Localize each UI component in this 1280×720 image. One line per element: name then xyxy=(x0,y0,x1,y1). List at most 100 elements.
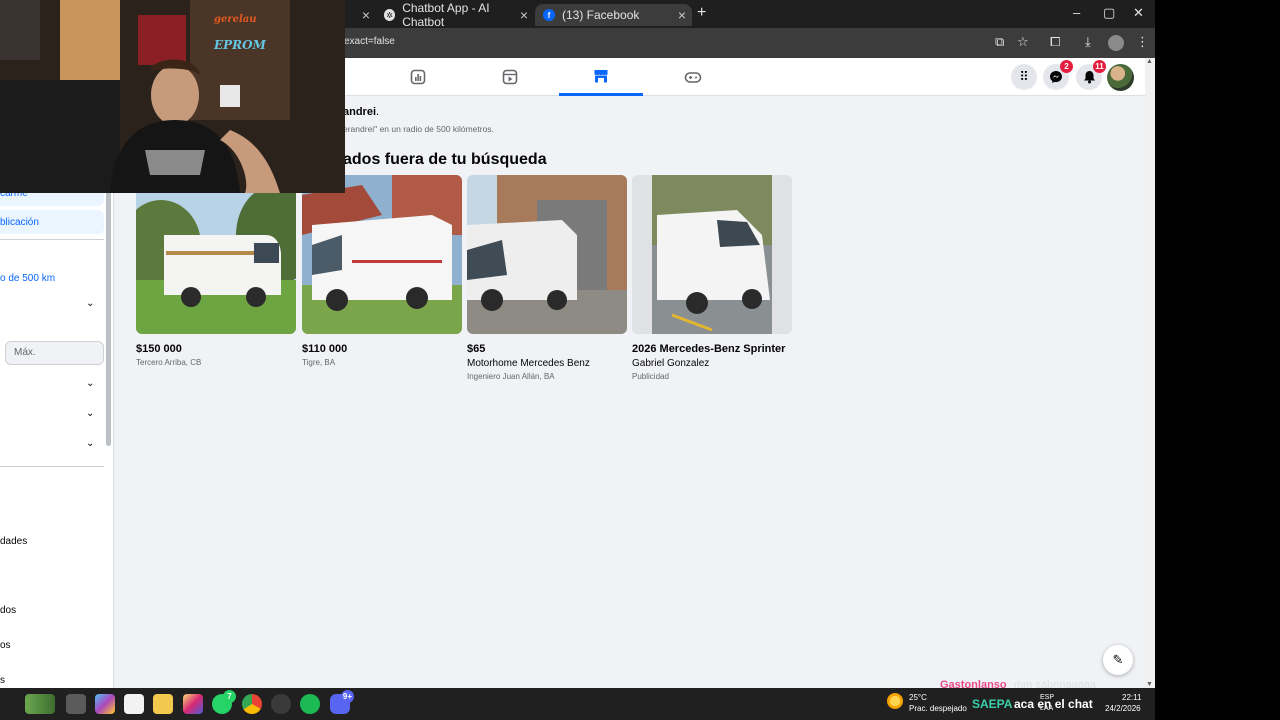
overlay-name: gerelau xyxy=(214,14,257,25)
tab-chatbot[interactable]: ✲ Chatbot App - AI Chatbot × xyxy=(376,1,534,29)
weather-desc: Prac. despejado xyxy=(909,704,967,713)
avatar[interactable] xyxy=(1107,64,1134,91)
search-note-name: andrei xyxy=(343,106,377,118)
chat-brand: SAEPA xyxy=(972,697,1013,711)
radius-note: erandrei" en un radio de 500 kilómetros. xyxy=(343,124,494,134)
chevron-down-icon[interactable]: ⌄ xyxy=(86,378,94,389)
sidebar-category-item[interactable]: s xyxy=(0,675,5,686)
compose-icon: ✎ xyxy=(1112,652,1124,667)
clock-time[interactable]: 22:11 xyxy=(1122,693,1141,702)
section-heading: ados fuera de tu búsqueda xyxy=(343,151,547,168)
listing-location: Tercero Arriba, CB xyxy=(136,358,202,367)
page-scrollbar[interactable]: ▲ ▼ xyxy=(1145,58,1155,688)
scroll-down-icon[interactable]: ▼ xyxy=(1146,681,1153,688)
listing-seller: Gabriel Gonzalez xyxy=(632,358,710,369)
listing-card[interactable]: $110 000 Tigre, BA xyxy=(302,175,462,367)
language-bottom[interactable]: LAA xyxy=(1040,705,1053,712)
sidebar-item-label: blicación xyxy=(0,217,39,228)
discord-icon[interactable]: 9+ xyxy=(330,690,354,714)
chatgpt-taskbar-icon[interactable] xyxy=(271,694,291,714)
install-app-icon[interactable]: ⧉ xyxy=(995,34,1004,50)
file-explorer-icon[interactable] xyxy=(153,694,173,714)
more-menu-icon[interactable]: ⋮ xyxy=(1136,34,1149,50)
listing-image[interactable] xyxy=(632,175,792,334)
divider xyxy=(0,239,104,240)
nav-marketplace-tab[interactable] xyxy=(559,58,643,96)
maximize-button[interactable]: ▢ xyxy=(1103,5,1115,21)
store-icon[interactable] xyxy=(124,694,144,714)
overlay-tag: EPROM xyxy=(214,38,266,52)
listing-image[interactable] xyxy=(136,175,296,334)
chat-message-faded: mm sabrinaaaaa xyxy=(1014,679,1096,691)
whatsapp-icon[interactable]: 7 xyxy=(212,690,236,714)
task-view-icon[interactable] xyxy=(66,694,86,714)
close-icon[interactable]: × xyxy=(362,7,370,23)
notifications-badge: 11 xyxy=(1093,60,1106,73)
widgets-icon[interactable] xyxy=(25,694,55,714)
new-tab-button[interactable]: + xyxy=(697,4,706,22)
scroll-up-icon[interactable]: ▲ xyxy=(1146,58,1153,65)
gaming-icon xyxy=(684,72,702,83)
chevron-down-icon[interactable]: ⌄ xyxy=(86,408,94,419)
divider xyxy=(0,466,104,467)
close-icon[interactable]: × xyxy=(520,7,528,23)
whatsapp-badge: 7 xyxy=(223,690,236,703)
instagram-icon[interactable] xyxy=(183,694,203,714)
profile-icon[interactable] xyxy=(1108,35,1124,51)
black-margin xyxy=(1155,0,1280,720)
search-note-punct: . xyxy=(376,106,380,118)
chevron-down-icon[interactable]: ⌄ xyxy=(86,438,94,449)
bell-icon xyxy=(1083,71,1095,84)
sponsored-listing-card[interactable]: 2026 Mercedes-Benz Sprinter Gabriel Gonz… xyxy=(632,175,792,381)
listing-price: $150 000 xyxy=(136,343,182,355)
copilot-icon[interactable] xyxy=(95,694,115,714)
bookmark-star-icon[interactable]: ☆ xyxy=(1017,34,1029,50)
listing-card[interactable]: $65 Motorhome Mercedes Benz Ingeniero Ju… xyxy=(467,175,627,381)
tab-facebook[interactable]: f (13) Facebook × xyxy=(535,4,692,26)
listing-location: Ingeniero Juan Allán, BA xyxy=(467,372,555,381)
sidebar-category-item[interactable]: dos xyxy=(0,605,16,616)
nav-gaming-tab[interactable] xyxy=(651,58,735,96)
new-message-button[interactable]: ✎ xyxy=(1103,645,1133,675)
language-top[interactable]: ESP xyxy=(1040,694,1054,701)
listing-price: $110 000 xyxy=(302,343,348,355)
listing-title-bold: 2026 Mercedes-Benz Sprinter xyxy=(632,343,786,355)
listing-location: Tigre, BA xyxy=(302,358,336,367)
grid-icon: ⠿ xyxy=(1019,69,1029,84)
tab-chatbot-label: Chatbot App - AI Chatbot xyxy=(402,1,490,29)
extensions-icon[interactable]: ⧠ xyxy=(1050,34,1060,50)
chrome-icon[interactable] xyxy=(242,694,262,714)
discord-badge: 9+ xyxy=(340,690,354,703)
url-text[interactable]: exact=false xyxy=(344,36,395,47)
chat-username: Gastonlanso xyxy=(940,679,1007,691)
listing-image[interactable] xyxy=(467,175,627,334)
notifications-button[interactable]: 11 xyxy=(1076,60,1106,90)
close-icon[interactable]: × xyxy=(678,7,686,23)
listing-title: Motorhome Mercedes Benz xyxy=(467,358,590,369)
chevron-down-icon[interactable]: ⌄ xyxy=(86,298,94,309)
search-note: andrei. xyxy=(343,106,379,118)
nav-reels-tab[interactable] xyxy=(468,58,552,96)
download-icon[interactable]: ⤓ xyxy=(1085,34,1091,50)
messenger-button[interactable]: 2 xyxy=(1043,60,1073,90)
sidebar-category-item[interactable]: dades xyxy=(0,536,27,547)
max-price-input[interactable]: Máx. xyxy=(5,341,104,365)
reels-icon xyxy=(502,69,518,85)
clock-date[interactable]: 24/2/2026 xyxy=(1105,704,1141,713)
weather-icon[interactable] xyxy=(887,693,903,709)
listing-image[interactable] xyxy=(302,175,462,334)
location-radius-link[interactable]: o de 500 km xyxy=(0,273,55,284)
minimize-button[interactable]: – xyxy=(1073,5,1080,20)
close-window-button[interactable]: ✕ xyxy=(1133,5,1144,21)
listing-card[interactable]: $150 000 Tercero Arriba, CB xyxy=(136,175,296,367)
listing-price: $65 xyxy=(467,343,486,355)
nav-insights-tab[interactable] xyxy=(376,58,460,96)
webcam-overlay: gerelau EPROM xyxy=(0,0,345,193)
spotify-icon[interactable] xyxy=(300,694,320,714)
menu-grid-button[interactable]: ⠿ xyxy=(1011,64,1037,90)
marketplace-icon xyxy=(594,69,608,82)
messenger-icon xyxy=(1050,71,1062,83)
sidebar-category-item[interactable]: os xyxy=(0,640,11,651)
weather-temp: 25°C xyxy=(909,693,927,702)
facebook-icon: f xyxy=(543,9,555,21)
